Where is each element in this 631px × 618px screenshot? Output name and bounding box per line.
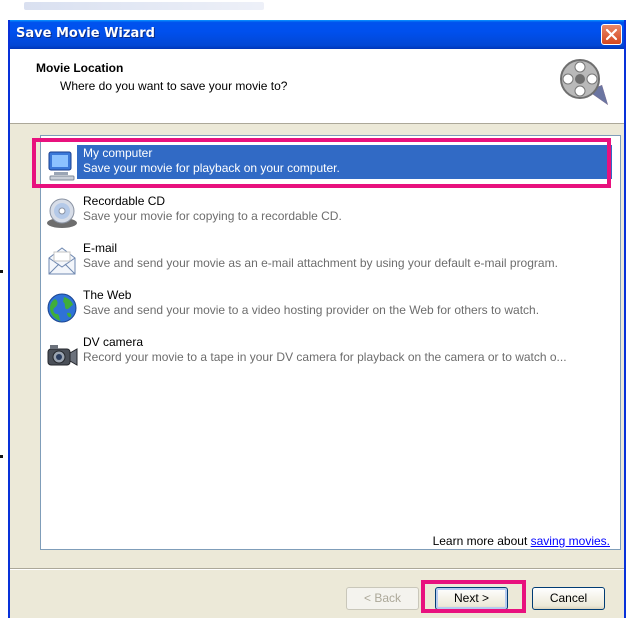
page-title: Movie Location [36, 61, 124, 75]
option-description: Record your movie to a tape in your DV c… [83, 350, 567, 364]
left-edge-marks [0, 0, 8, 618]
selection-highlight-annotation [32, 138, 611, 188]
save-movie-wizard-dialog: Save Movie Wizard Movie Location Where d… [8, 20, 626, 618]
background-window-title [24, 2, 264, 10]
window-title: Save Movie Wizard [16, 26, 155, 41]
option-description: Save your movie for copying to a recorda… [83, 209, 342, 223]
option-name: The Web [83, 288, 132, 302]
learn-more-text: Learn more about saving movies. [433, 534, 610, 548]
close-button[interactable] [601, 24, 622, 45]
option-the-web[interactable]: The Web Save and send your movie to a vi… [43, 287, 616, 327]
option-name: Recordable CD [83, 194, 166, 208]
wizard-header: Movie Location Where do you want to save… [10, 49, 624, 124]
recordable-cd-icon [47, 198, 77, 228]
saving-movies-link[interactable]: saving movies. [531, 534, 610, 548]
option-recordable-cd[interactable]: Recordable CD Save your movie for copyin… [43, 193, 616, 233]
title-bar[interactable]: Save Movie Wizard [10, 20, 624, 49]
option-description: Save and send your movie as an e-mail at… [83, 256, 558, 270]
option-dv-camera[interactable]: DV camera Record your movie to a tape in… [43, 334, 616, 374]
globe-icon [47, 293, 77, 323]
email-icon [48, 247, 76, 275]
page-subtitle: Where do you want to save your movie to? [60, 79, 288, 93]
back-button[interactable]: < Back [346, 587, 419, 610]
option-description: Save and send your movie to a video host… [83, 303, 540, 317]
button-area-divider [10, 568, 624, 570]
learn-more-prefix: Learn more about [432, 534, 531, 548]
background-window-strip [0, 0, 631, 22]
option-email[interactable]: E-mail Save and send your movie as an e-… [43, 240, 616, 280]
film-reel-icon [560, 59, 608, 105]
save-location-list[interactable]: My computer Save your movie for playback… [40, 135, 621, 550]
next-button-highlight-annotation [421, 580, 526, 613]
cancel-button[interactable]: Cancel [532, 587, 605, 610]
option-name: DV camera [83, 335, 144, 349]
option-name: E-mail [83, 241, 118, 255]
close-icon [605, 28, 618, 41]
dv-camera-icon [47, 345, 78, 366]
